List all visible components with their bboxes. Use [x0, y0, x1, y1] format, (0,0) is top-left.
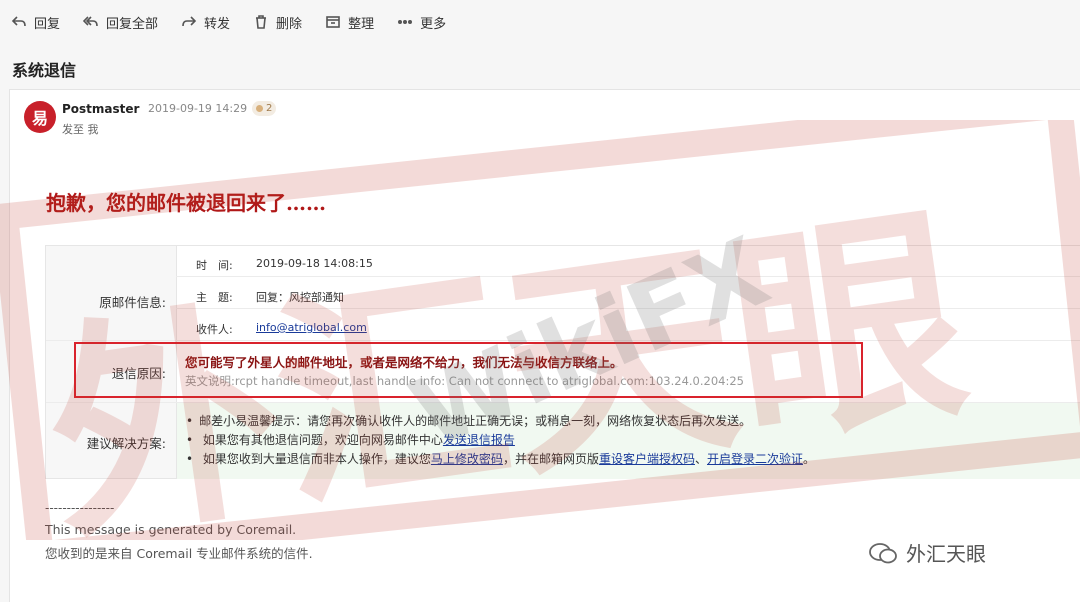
organize-button[interactable]: 整理: [324, 13, 374, 32]
advice-label: 建议解决方案:: [86, 436, 166, 451]
reset-auth-code-link[interactable]: 重设客户端授权码: [599, 452, 695, 466]
footer-generated: This message is generated by Coremail.: [45, 522, 297, 537]
footer-separator: ----------------: [45, 501, 115, 515]
trash-icon: [252, 13, 270, 31]
reply-all-label: 回复全部: [106, 16, 159, 32]
archive-icon: [324, 13, 342, 31]
advice-text: 。: [803, 452, 816, 466]
row-divider: [176, 308, 1080, 309]
subject-field-value: 回复：风控部通知: [256, 291, 344, 304]
time-field-value: 2019-09-18 14:08:15: [256, 257, 373, 270]
time-field-name: 时 间:: [196, 259, 233, 272]
forward-icon: [180, 13, 198, 31]
change-password-link[interactable]: 马上修改密码: [431, 452, 503, 466]
advice-item: 如果您收到大量退信而非本人操作，建议您马上修改密码，并在邮箱网页版重设客户端授权…: [186, 450, 815, 467]
footer-source: 您收到的是来自 Coremail 专业邮件系统的信件.: [45, 546, 313, 561]
forward-label: 转发: [204, 16, 231, 32]
organize-label: 整理: [348, 16, 375, 32]
send-bounce-report-link[interactable]: 发送退信报告: [443, 433, 515, 447]
mail-body: 易 Postmaster 2019-09-19 14:29 2 发至 我 抱歉，…: [9, 89, 1080, 602]
sender-badge[interactable]: 2: [252, 101, 277, 116]
mail-subject: 系统退信: [12, 61, 77, 80]
reply-label: 回复: [34, 16, 61, 32]
badge-icon: [256, 105, 263, 112]
reason-message: 您可能写了外星人的邮件地址，或者是网络不给力，我们无法与收信方联络上。: [185, 355, 623, 370]
more-button[interactable]: 更多: [396, 13, 446, 32]
section-divider: [46, 340, 1080, 341]
recipient-field-value[interactable]: info@atriglobal.com: [256, 321, 367, 334]
more-dots-icon: [396, 13, 414, 31]
enable-2fa-link[interactable]: 开启登录二次验证: [707, 452, 803, 466]
recipient-field-name: 收件人:: [196, 323, 233, 336]
advice-text: 如果您收到大量退信而非本人操作，建议您: [202, 452, 431, 466]
advice-text: 如果您有其他退信问题，欢迎向网易邮件中心: [202, 433, 443, 447]
delete-button[interactable]: 删除: [252, 13, 302, 32]
bounce-headline: 抱歉，您的邮件被退回来了……: [46, 191, 326, 215]
forward-button[interactable]: 转发: [180, 13, 230, 32]
advice-text: ，并在邮箱网页版: [502, 452, 599, 466]
mail-toolbar: 回复 回复全部 转发 删除 整理 更多: [0, 0, 1080, 44]
reply-all-button[interactable]: 回复全部: [82, 13, 158, 32]
reply-all-icon: [82, 13, 100, 31]
delete-label: 删除: [276, 16, 303, 32]
subject-field-name: 主 题:: [196, 291, 233, 304]
sender-avatar[interactable]: 易: [24, 101, 56, 133]
advice-item: 邮差小易温馨提示：请您再次确认收件人的邮件地址正确无误；或稍息一刻，网络恢复状态…: [186, 412, 751, 429]
reason-detail: 英文说明:rcpt handle timeout,last handle inf…: [185, 374, 744, 388]
reply-button[interactable]: 回复: [10, 13, 60, 32]
advice-text: 、: [694, 452, 707, 466]
recipient-line: 发至 我: [62, 123, 99, 136]
original-mail-label: 原邮件信息:: [99, 295, 166, 310]
reply-icon: [10, 13, 28, 31]
sender-name[interactable]: Postmaster: [62, 102, 139, 116]
sent-time: 2019-09-19 14:29: [148, 102, 248, 115]
advice-item: 如果您有其他退信问题，欢迎向网易邮件中心发送退信报告: [186, 431, 515, 448]
badge-count: 2: [266, 103, 273, 114]
more-label: 更多: [420, 16, 447, 32]
row-divider: [176, 276, 1080, 277]
